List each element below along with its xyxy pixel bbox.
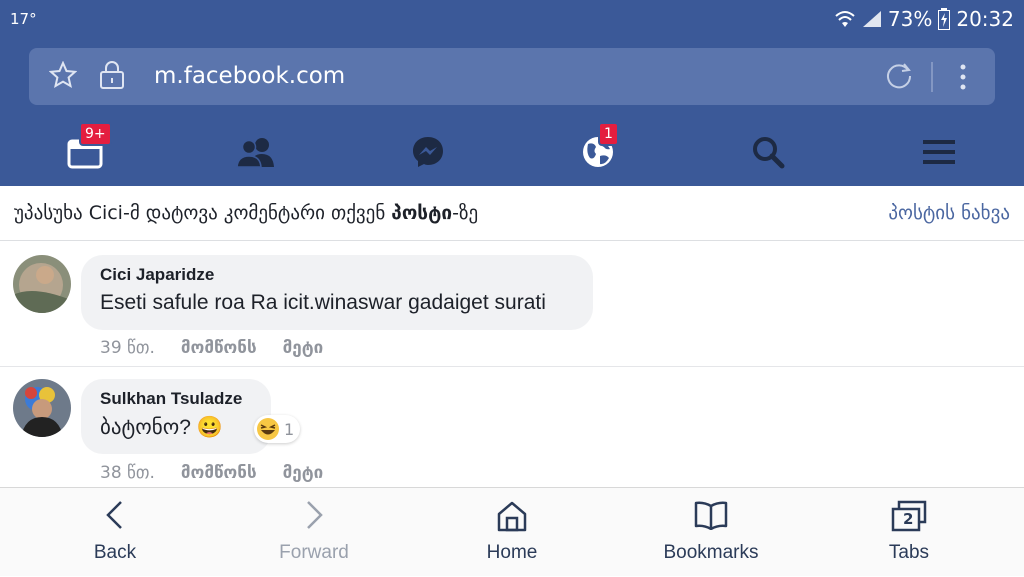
menu-icon (923, 140, 955, 164)
status-bar: 17° 73% 20:32 (0, 0, 1024, 40)
home-button[interactable]: Home (432, 488, 592, 577)
comment-author[interactable]: Sulkhan Tsuladze (100, 389, 253, 409)
nav-menu[interactable] (915, 130, 963, 174)
reload-icon[interactable] (884, 61, 914, 91)
comment-text: ბატონო? 😀 (100, 416, 223, 439)
tab-count: 2 (903, 510, 914, 528)
address-separator (931, 62, 933, 92)
nav-search[interactable] (744, 130, 792, 174)
avatar[interactable] (13, 255, 71, 313)
search-icon (753, 137, 785, 169)
signal-icon (862, 11, 881, 27)
browser-bottom-bar: Back Forward Home Bookmarks 2 Tabs (0, 487, 1024, 576)
comment-author[interactable]: Cici Japaridze (100, 265, 575, 285)
comment-time: 39 წთ. (100, 338, 155, 358)
url-text[interactable]: m.facebook.com (154, 63, 345, 89)
home-icon (497, 501, 527, 532)
bookmarks-button[interactable]: Bookmarks (631, 488, 791, 577)
comment-meta: 39 წთ. მომწონს მეტი (100, 338, 323, 358)
address-bar[interactable]: m.facebook.com (29, 48, 995, 105)
like-button[interactable]: მომწონს (181, 463, 257, 483)
facebook-nav: 9+ 1 (0, 120, 1024, 186)
comment-time: 38 წთ. (100, 463, 155, 483)
bookmark-star-icon[interactable] (49, 61, 77, 89)
home-label: Home (486, 542, 538, 563)
notification-header: უპასუხა Cici-მ დატოვა კომენტარი თქვენ პო… (0, 186, 1024, 241)
more-button[interactable]: მეტი (283, 338, 324, 358)
more-options-icon[interactable] (955, 62, 971, 92)
comment-bubble: Sulkhan Tsuladze ბატონო? 😀 (81, 379, 271, 454)
view-post-link[interactable]: პოსტის ნახვა (888, 202, 1010, 224)
nav-notifications[interactable]: 1 (574, 122, 622, 174)
temperature: 17° (10, 10, 37, 28)
reaction-summary[interactable]: 1 (254, 415, 301, 443)
bookmarks-icon (694, 501, 728, 530)
battery-percent: 73% (887, 7, 933, 31)
nav-news-feed[interactable]: 9+ (61, 122, 112, 174)
tabs-label: Tabs (888, 542, 930, 563)
notifications-badge: 1 (598, 122, 619, 146)
news-feed-badge: 9+ (79, 122, 112, 146)
nav-messenger[interactable] (404, 130, 452, 174)
notification-suffix: -ზე (452, 202, 479, 224)
friends-icon (236, 138, 274, 168)
top-bar: 17° 73% 20:32 m.facebook.com 9+ 1 (0, 0, 1024, 186)
avatar[interactable] (13, 379, 71, 437)
forward-button[interactable]: Forward (234, 488, 394, 577)
comment-meta: 38 წთ. მომწონს მეტი (100, 463, 323, 483)
more-button[interactable]: მეტი (283, 463, 324, 483)
haha-reaction-icon (257, 418, 279, 440)
forward-label: Forward (279, 542, 349, 563)
nav-friends[interactable] (232, 130, 280, 174)
reaction-count: 1 (284, 419, 295, 439)
notification-post-word: პოსტი (391, 202, 453, 224)
bookmarks-label: Bookmarks (663, 542, 759, 563)
lock-icon[interactable] (99, 60, 125, 90)
status-right: 73% 20:32 (834, 7, 1014, 31)
forward-arrow-icon (307, 501, 323, 529)
comment-bubble: Cici Japaridze Eseti safule roa Ra icit.… (81, 255, 593, 330)
messenger-icon (413, 137, 443, 167)
tabs-button[interactable]: 2 Tabs (829, 488, 989, 577)
notification-prefix: უპასუხა Cici-მ დატოვა კომენტარი თქვენ (14, 202, 392, 224)
comment-item: Sulkhan Tsuladze ბატონო? 😀 1 38 წთ. მომწ… (0, 367, 1024, 487)
back-label: Back (93, 542, 137, 563)
back-button[interactable]: Back (35, 488, 195, 577)
notification-text: უპასუხა Cici-მ დატოვა კომენტარი თქვენ პო… (14, 202, 478, 224)
comment-item: Cici Japaridze Eseti safule roa Ra icit.… (0, 241, 1024, 366)
wifi-icon (835, 11, 855, 27)
battery-icon (938, 8, 951, 30)
clock: 20:32 (956, 7, 1014, 31)
comment-text: Eseti safule roa Ra icit.winaswar gadaig… (100, 291, 546, 314)
back-arrow-icon (106, 501, 122, 529)
like-button[interactable]: მომწონს (181, 338, 257, 358)
